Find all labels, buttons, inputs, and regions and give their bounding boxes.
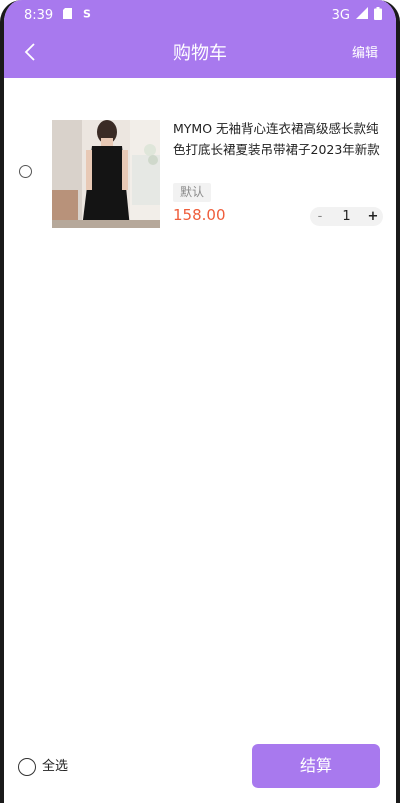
checkout-button[interactable]: 结算 [252, 744, 380, 788]
network-type: 3G [331, 7, 350, 23]
item-select-radio[interactable] [19, 165, 32, 178]
nav-bar: 购物车 编辑 [4, 30, 396, 78]
product-title[interactable]: MYMO 无袖背心连衣裙高级感长款纯色打底长裙夏装吊带裙子2023年新款 [173, 118, 381, 160]
status-right: 3G [331, 6, 382, 24]
signal-icon [356, 7, 368, 23]
decrement-button[interactable]: - [310, 207, 330, 226]
svg-text:S: S [83, 8, 91, 20]
checkout-bar: 全选 结算 [4, 741, 396, 803]
product-price: 158.00 [173, 206, 226, 224]
cart-item: MYMO 无袖背心连衣裙高级感长款纯色打底长裙夏装吊带裙子2023年新款 默认 … [4, 118, 396, 233]
battery-icon [374, 6, 382, 24]
sd-card-icon [63, 7, 73, 23]
sync-icon: S [82, 7, 93, 23]
product-spec-tag[interactable]: 默认 [173, 183, 212, 202]
select-all-label[interactable]: 全选 [42, 758, 68, 776]
status-time: 8:39 [24, 7, 54, 23]
quantity-value[interactable]: 1 [330, 209, 363, 224]
status-left: 8:39 S [24, 7, 93, 23]
select-all-radio[interactable] [18, 758, 36, 776]
status-bar: 8:39 S 3G [4, 0, 396, 30]
edit-button[interactable]: 编辑 [352, 30, 378, 78]
product-image[interactable] [52, 120, 160, 228]
increment-button[interactable]: + [363, 207, 383, 226]
cart-screen: 8:39 S 3G 购物车 编辑 MYMO 无袖背心连衣裙高级感长款纯色打底长裙… [0, 0, 400, 803]
cart-list: MYMO 无袖背心连衣裙高级感长款纯色打底长裙夏装吊带裙子2023年新款 默认 … [4, 78, 396, 741]
quantity-stepper: - 1 + [310, 207, 383, 226]
page-title: 购物车 [173, 43, 227, 64]
black-dress-photo-icon [52, 120, 160, 228]
